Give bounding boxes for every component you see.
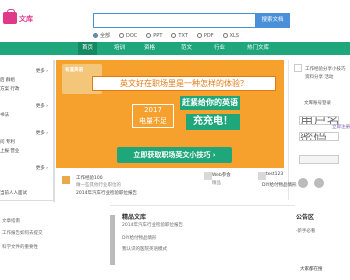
trending-title: 大家都在搜 bbox=[300, 267, 323, 272]
category-item[interactable]: 问 专利 bbox=[0, 139, 52, 147]
card-title[interactable]: 工作经验100 bbox=[76, 175, 103, 181]
profile-icon bbox=[294, 64, 302, 72]
category-item[interactable]: 当前人人面试 bbox=[0, 190, 52, 198]
category-item[interactable]: 后 群组 bbox=[0, 77, 52, 85]
nav-industry[interactable]: 行业 bbox=[214, 42, 225, 55]
more-link[interactable]: 更多 › bbox=[0, 130, 52, 138]
filter-ppt[interactable]: PPT bbox=[146, 32, 162, 39]
card-thumbnail[interactable] bbox=[258, 172, 266, 180]
scrollbar[interactable] bbox=[53, 60, 55, 202]
search-button[interactable]: 搜索文档 bbox=[255, 13, 290, 28]
banner-tagline-big: 充充电！ bbox=[186, 114, 240, 130]
more-link[interactable]: 更多 › bbox=[0, 165, 52, 173]
banner-cta-button[interactable]: 立即获取职场英文小技巧 › bbox=[117, 147, 232, 163]
filter-all[interactable]: 全部 bbox=[93, 32, 110, 39]
nav-hot-library[interactable]: 热门文库 bbox=[247, 42, 269, 55]
doc-link[interactable]: 2014年汽车行业检验职位报告 bbox=[122, 222, 183, 228]
right-line-2: 资料分享 活动 bbox=[305, 75, 334, 80]
banner-year-box: 2017 电量不足 bbox=[132, 104, 174, 128]
filter-xls[interactable]: XLS bbox=[222, 32, 239, 39]
card-subtitle: 精品 bbox=[212, 181, 221, 186]
avatar[interactable] bbox=[314, 178, 324, 188]
filter-label: XLS bbox=[229, 32, 239, 39]
doc-link[interactable]: 工作报告如何去提交 bbox=[2, 230, 43, 236]
filter-txt[interactable]: TXT bbox=[171, 32, 188, 39]
section-title: 公告区 bbox=[296, 214, 315, 221]
card-title[interactable]: test123 bbox=[266, 172, 283, 177]
filter-label: PPT bbox=[153, 32, 163, 39]
radio-icon[interactable] bbox=[171, 33, 177, 38]
nav-training[interactable]: 培训 bbox=[114, 42, 125, 55]
doc-link[interactable]: 文章指南 bbox=[2, 218, 20, 224]
doc-link[interactable]: ·新手必看 bbox=[296, 228, 315, 234]
card-title[interactable]: Web参会 bbox=[212, 172, 231, 178]
radio-icon[interactable] bbox=[196, 33, 202, 38]
right-line-1: 工作经验分享小技巧 bbox=[305, 67, 346, 72]
more-link[interactable]: 更多 › bbox=[0, 68, 52, 76]
card-thumbnail[interactable] bbox=[62, 176, 70, 184]
login-button[interactable] bbox=[299, 155, 339, 164]
search-input[interactable] bbox=[93, 13, 256, 28]
divider bbox=[110, 205, 295, 206]
register-link[interactable]: 立即注册 bbox=[332, 124, 350, 130]
more-link[interactable]: 更多 › bbox=[0, 103, 52, 111]
radio-icon[interactable] bbox=[119, 33, 125, 38]
banner-year-caption: 电量不足 bbox=[139, 117, 167, 125]
category-item[interactable]: 上报 营业 bbox=[0, 148, 52, 156]
login-title: 文库账号登录 bbox=[304, 101, 331, 106]
logo-text[interactable]: 文库 bbox=[19, 14, 33, 24]
filter-label: PDF bbox=[203, 32, 214, 39]
banner-year: 2017 bbox=[144, 106, 162, 114]
card-subtitle: 做一些其他行业职位的 bbox=[76, 183, 121, 188]
nav-home[interactable]: 首页 bbox=[78, 42, 98, 55]
avatar[interactable] bbox=[298, 178, 308, 188]
filter-label: DOC bbox=[126, 32, 138, 39]
filter-label: 全部 bbox=[100, 33, 111, 39]
card-link[interactable]: DIY给付物品情形 bbox=[262, 182, 297, 188]
section-thumbnail bbox=[110, 215, 115, 265]
filter-label: TXT bbox=[178, 32, 188, 39]
card-thumbnail[interactable] bbox=[204, 172, 212, 180]
radio-icon[interactable] bbox=[222, 33, 228, 38]
banner-headline: 英文好在职场里是一种怎样的体验？ bbox=[92, 76, 276, 91]
file-type-filters: 全部 DOC PPT TXT PDF XLS bbox=[93, 32, 239, 39]
category-item[interactable]: 方案 行政 bbox=[0, 86, 52, 94]
doc-link[interactable]: 科学文件的重要性 bbox=[2, 244, 38, 250]
divider bbox=[0, 200, 54, 201]
banner-tagline: 赶紧给你的英语 bbox=[180, 96, 240, 110]
section-title: 精品文库 bbox=[122, 214, 147, 221]
radio-icon[interactable] bbox=[146, 33, 152, 38]
main-nav: 首页 培训 资格 范文 行业 热门文库 bbox=[0, 42, 350, 55]
password-field[interactable] bbox=[299, 132, 339, 141]
category-item[interactable]: 书法 bbox=[0, 112, 52, 120]
nav-essays[interactable]: 范文 bbox=[181, 42, 192, 55]
nav-qualification[interactable]: 资格 bbox=[144, 42, 155, 55]
logo-icon[interactable] bbox=[3, 9, 17, 24]
card-link[interactable]: 2014年汽车行业检验职位报告 bbox=[76, 190, 137, 196]
filter-pdf[interactable]: PDF bbox=[196, 32, 214, 39]
filter-doc[interactable]: DOC bbox=[119, 32, 137, 39]
doc-link[interactable]: DIY给付物品情形 bbox=[122, 235, 157, 241]
doc-link[interactable]: 我认识的医院英语模式 bbox=[122, 246, 167, 252]
radio-icon[interactable] bbox=[93, 33, 98, 38]
